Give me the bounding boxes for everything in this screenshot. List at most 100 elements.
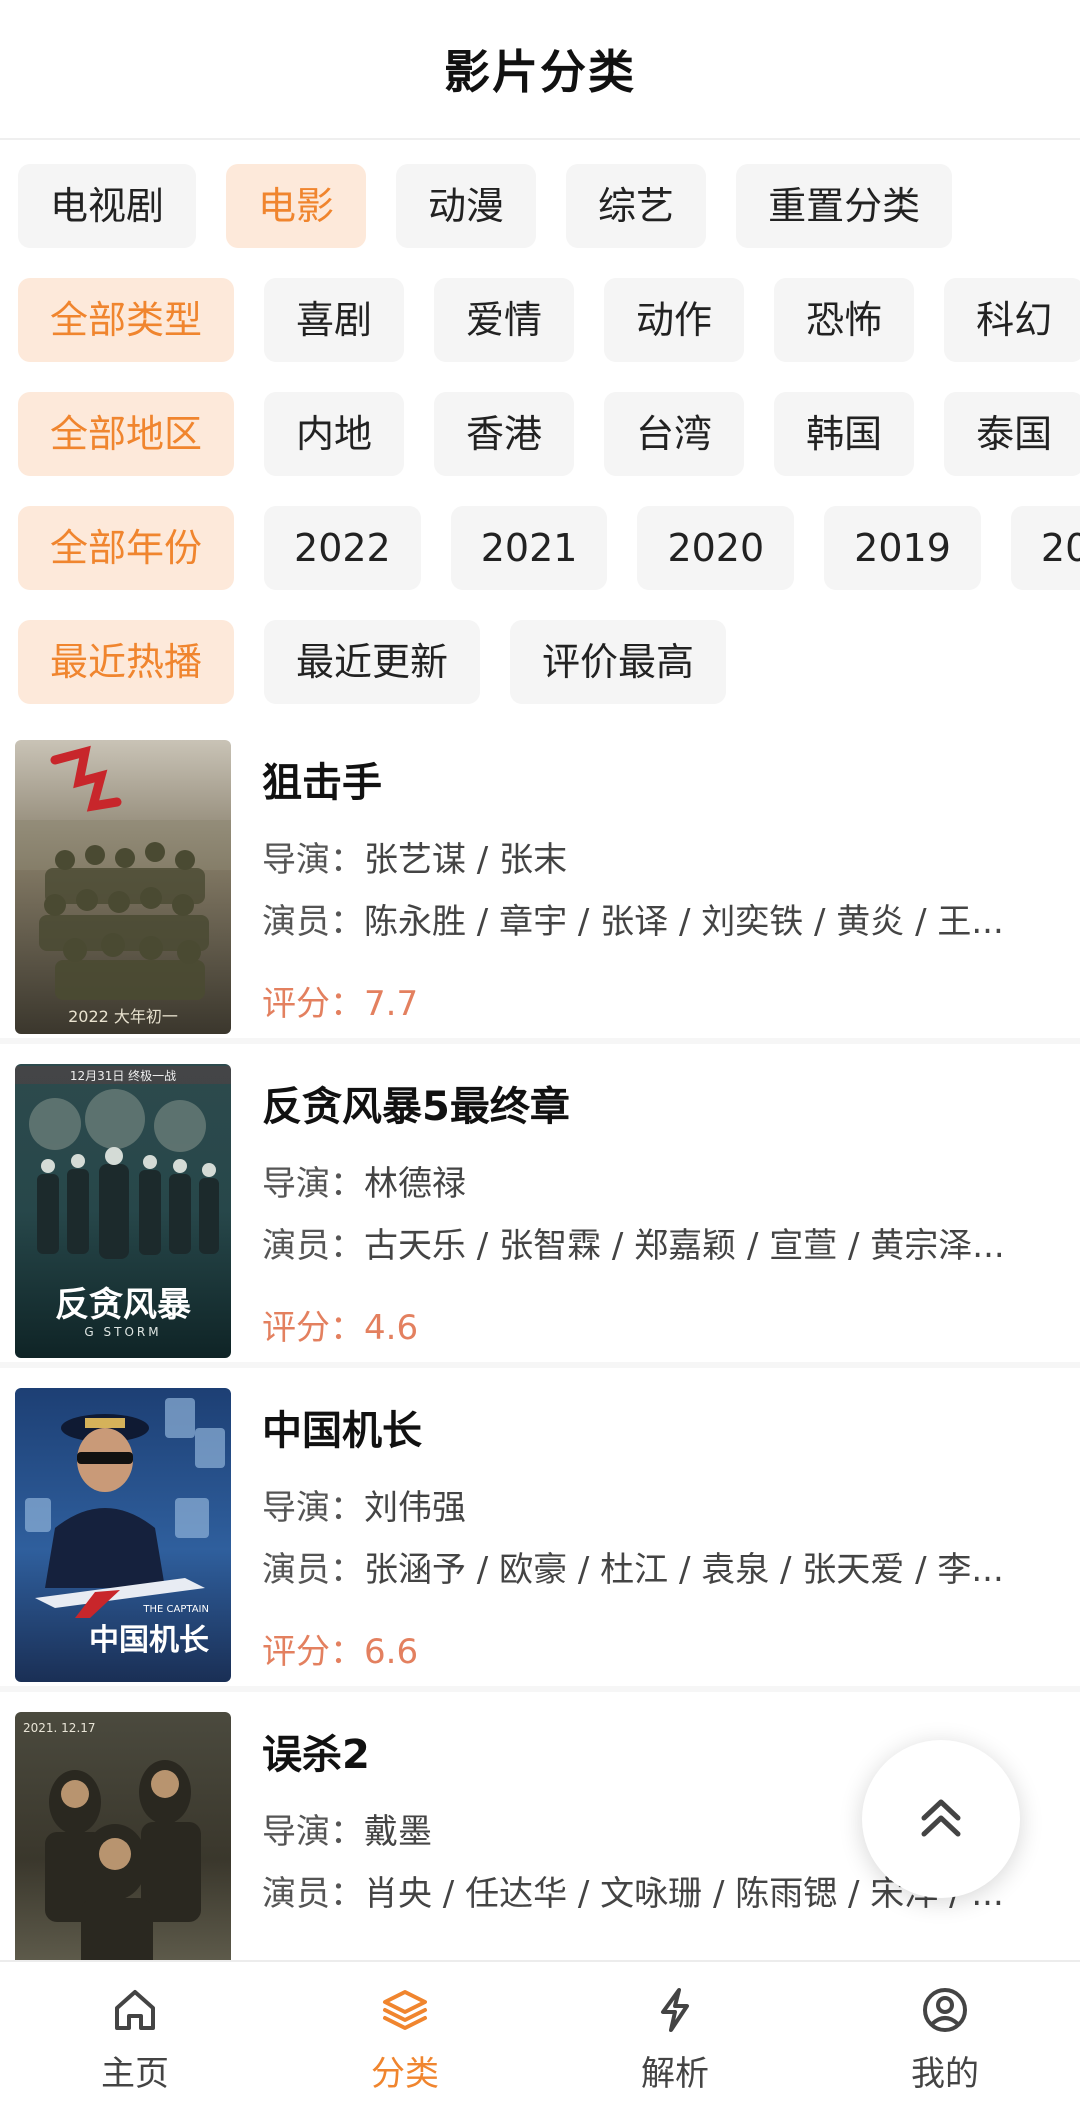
rating-label: 评分： xyxy=(262,1632,364,1672)
channel-filter-row: 电视剧 电影 动漫 综艺 重置分类 xyxy=(18,164,953,248)
poster-subtitle: G STORM xyxy=(84,1325,161,1339)
cast-label: 演员： xyxy=(262,1550,364,1590)
director-value: 林德禄 xyxy=(364,1164,466,1204)
top-bar: 影片分类 xyxy=(0,0,1080,140)
filter-chip-taiwan[interactable]: 台湾 xyxy=(604,392,745,476)
movie-cast: 演员：陈永胜 / 章宇 / 张译 / 刘奕铁 / 黄炎 / 王... xyxy=(262,894,1042,943)
cast-value: 古天乐 / 张智霖 / 郑嘉颖 / 宣萱 / 黄宗泽... xyxy=(364,1226,1005,1266)
tab-label: 解析 xyxy=(641,2054,709,2094)
filter-chip-comedy[interactable]: 喜剧 xyxy=(264,278,405,362)
filter-chip-all-years[interactable]: 全部年份 xyxy=(18,506,235,590)
rating-label: 评分： xyxy=(262,1308,364,1348)
reset-filter-button[interactable]: 重置分类 xyxy=(736,164,953,248)
poster-tagline: 12月31日 终极一战 xyxy=(70,1068,176,1083)
tab-category[interactable]: 分类 xyxy=(270,1962,540,2108)
director-label: 导演： xyxy=(262,1488,364,1528)
movie-card[interactable]: 2022 大年初一 狙击手 导演：张艺谋 / 张末 演员：陈永胜 / 章宇 / … xyxy=(0,730,1080,1044)
director-label: 导演： xyxy=(262,840,364,880)
year-filter-row: 全部年份 2022 2021 2020 2019 2018 xyxy=(18,506,1080,590)
director-value: 张艺谋 / 张末 xyxy=(364,840,568,880)
movie-title[interactable]: 误杀2 xyxy=(262,1722,370,1780)
cast-label: 演员： xyxy=(262,1226,364,1266)
poster-tagline: 2021. 12.17 xyxy=(23,1721,96,1735)
movie-director: 导演：刘伟强 xyxy=(262,1480,1042,1529)
filter-chip-horror[interactable]: 恐怖 xyxy=(774,278,915,362)
director-label: 导演： xyxy=(262,1164,364,1204)
region-filter-row: 全部地区 内地 香港 台湾 韩国 泰国 xyxy=(18,392,1080,476)
movie-rating: 评分：4.6 xyxy=(262,1300,418,1349)
movie-poster[interactable]: THE CAPTAIN 中国机长 xyxy=(15,1388,231,1682)
director-value: 刘伟强 xyxy=(364,1488,466,1528)
movie-rating: 评分：7.7 xyxy=(262,976,418,1025)
movie-director: 导演：林德禄 xyxy=(262,1156,1042,1205)
filter-chip-movie[interactable]: 电影 xyxy=(226,164,367,248)
movie-title[interactable]: 反贪风暴5最终章 xyxy=(262,1074,570,1132)
poster-captain-image: THE CAPTAIN 中国机长 xyxy=(15,1388,231,1682)
tab-parse[interactable]: 解析 xyxy=(540,1962,810,2108)
filter-chip-2021[interactable]: 2021 xyxy=(450,506,608,590)
poster-logo: 中国机长 xyxy=(89,1623,209,1658)
rating-label: 评分： xyxy=(262,984,364,1024)
tab-label: 分类 xyxy=(371,2054,439,2094)
page-title: 影片分类 xyxy=(444,45,636,99)
poster-tagline: 2022 大年初一 xyxy=(68,1007,178,1026)
poster-logo: 反贪风暴 xyxy=(55,1285,191,1325)
poster-subtitle: THE CAPTAIN xyxy=(142,1604,209,1615)
sort-chip-recent-hot[interactable]: 最近热播 xyxy=(18,620,235,704)
movie-cast: 演员：古天乐 / 张智霖 / 郑嘉颖 / 宣萱 / 黄宗泽... xyxy=(262,1218,1042,1267)
filter-chip-2018[interactable]: 2018 xyxy=(1010,506,1080,590)
bottom-tab-bar: 主页 分类 解析 我的 xyxy=(0,1960,1080,2108)
movie-poster[interactable]: 2022 大年初一 xyxy=(15,740,231,1034)
double-chevron-up-icon xyxy=(921,1799,961,1837)
movie-card[interactable]: 12月31日 终极一战 反贪风暴 G STORM 反贪风暴5最终章 导演：林德禄… xyxy=(0,1054,1080,1368)
movie-director: 导演：张艺谋 / 张末 xyxy=(262,832,1042,881)
cast-value: 张涵予 / 欧豪 / 杜江 / 袁泉 / 张天爱 / 李... xyxy=(364,1550,1004,1590)
cast-label: 演员： xyxy=(262,1874,364,1914)
movie-title[interactable]: 中国机长 xyxy=(262,1398,422,1456)
filter-chip-hongkong[interactable]: 香港 xyxy=(434,392,575,476)
poster-sniper-image: 2022 大年初一 xyxy=(15,740,231,1034)
filter-chip-mainland[interactable]: 内地 xyxy=(264,392,405,476)
filter-chip-tv[interactable]: 电视剧 xyxy=(18,164,197,248)
movie-rating: 评分：6.6 xyxy=(262,1624,418,1673)
filter-chip-thailand[interactable]: 泰国 xyxy=(944,392,1080,476)
filter-chip-korea[interactable]: 韩国 xyxy=(774,392,915,476)
movie-card[interactable]: THE CAPTAIN 中国机长 中国机长 导演：刘伟强 演员：张涵予 / 欧豪… xyxy=(0,1378,1080,1692)
movie-poster[interactable]: 12月31日 终极一战 反贪风暴 G STORM xyxy=(15,1064,231,1358)
director-value: 戴墨 xyxy=(364,1812,432,1852)
filter-chip-scifi[interactable]: 科幻 xyxy=(944,278,1080,362)
genre-filter-row: 全部类型 喜剧 爱情 动作 恐怖 科幻 xyxy=(18,278,1080,362)
sort-chip-top-rated[interactable]: 评价最高 xyxy=(510,620,727,704)
filter-panel: 电视剧 电影 动漫 综艺 重置分类 全部类型 喜剧 爱情 动作 恐怖 科幻 全部… xyxy=(0,140,1080,720)
rating-value: 4.6 xyxy=(364,1308,419,1348)
filter-chip-2022[interactable]: 2022 xyxy=(264,506,421,590)
sort-chip-recent-update[interactable]: 最近更新 xyxy=(264,620,481,704)
filter-chip-anime[interactable]: 动漫 xyxy=(396,164,537,248)
tab-label: 我的 xyxy=(911,2054,979,2094)
poster-g-storm-image: 12月31日 终极一战 反贪风暴 G STORM xyxy=(15,1064,231,1358)
tab-home[interactable]: 主页 xyxy=(0,1962,270,2108)
movie-poster[interactable]: 2021. 12.17 xyxy=(15,1712,231,1960)
cast-label: 演员： xyxy=(262,902,364,942)
rating-value: 7.7 xyxy=(364,984,419,1024)
filter-chip-2019[interactable]: 2019 xyxy=(824,506,981,590)
cast-value: 陈永胜 / 章宇 / 张译 / 刘奕铁 / 黄炎 / 王... xyxy=(364,902,1004,942)
sort-filter-row: 最近热播 最近更新 评价最高 xyxy=(18,620,727,704)
director-label: 导演： xyxy=(262,1812,364,1852)
filter-chip-all-regions[interactable]: 全部地区 xyxy=(18,392,235,476)
filter-chip-all-genres[interactable]: 全部类型 xyxy=(18,278,235,362)
rating-value: 6.6 xyxy=(364,1632,419,1672)
filter-chip-romance[interactable]: 爱情 xyxy=(434,278,575,362)
back-to-top-button[interactable] xyxy=(862,1740,1020,1898)
filter-chip-variety[interactable]: 综艺 xyxy=(566,164,707,248)
movie-title[interactable]: 狙击手 xyxy=(262,750,382,808)
home-icon xyxy=(115,1990,155,2030)
user-icon xyxy=(923,1988,967,2032)
filter-chip-action[interactable]: 动作 xyxy=(604,278,745,362)
movie-cast: 演员：张涵予 / 欧豪 / 杜江 / 袁泉 / 张天爱 / 李... xyxy=(262,1542,1042,1591)
tab-label: 主页 xyxy=(101,2054,169,2094)
tab-profile[interactable]: 我的 xyxy=(810,1962,1080,2108)
poster-sheep-without-shepherd-2-image: 2021. 12.17 xyxy=(15,1712,231,1960)
layers-icon xyxy=(383,1990,427,2030)
filter-chip-2020[interactable]: 2020 xyxy=(637,506,795,590)
